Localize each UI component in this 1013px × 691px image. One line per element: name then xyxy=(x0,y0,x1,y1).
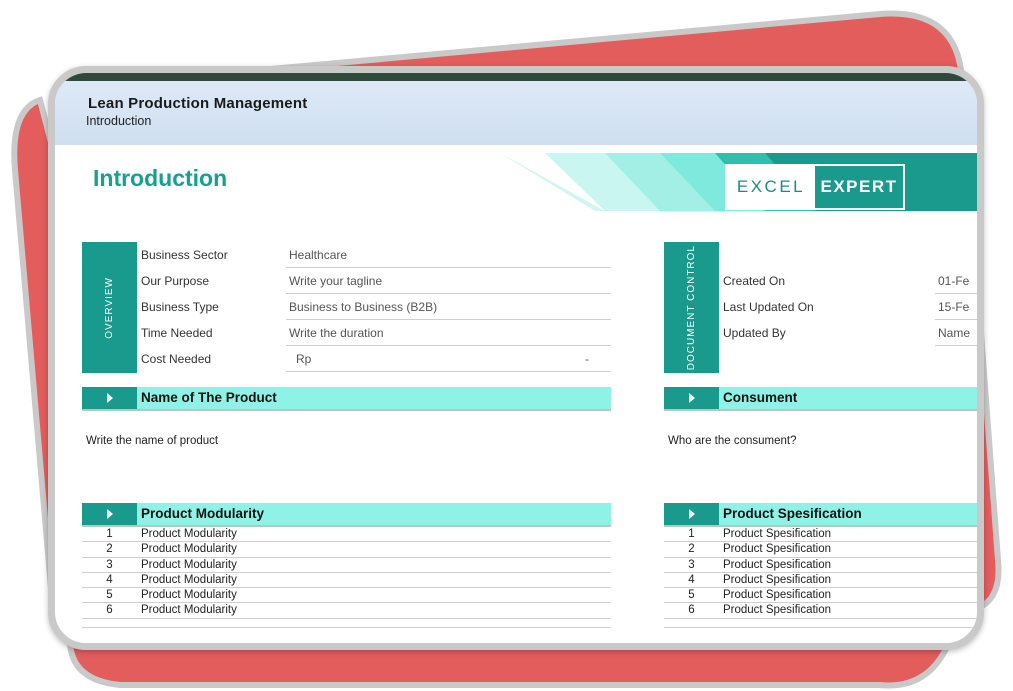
item-text: Product Modularity xyxy=(141,589,237,602)
sheet-header: Lean Production Management Introduction xyxy=(55,81,977,145)
section-product-modularity[interactable]: Product Modularity xyxy=(82,503,611,527)
item-number: 5 xyxy=(688,589,695,602)
field-value[interactable]: Write your tagline xyxy=(286,269,611,294)
logo-expert-text: EXPERT xyxy=(820,177,898,196)
list-divider xyxy=(82,619,611,628)
item-text: Product Spesification xyxy=(723,604,832,617)
modularity-list: 1 Product Modularity 2 Product Modularity … xyxy=(82,527,611,628)
list-item[interactable]: 1 Product Spesification xyxy=(664,527,977,543)
section-product-name[interactable]: Name of The Product xyxy=(82,387,611,411)
item-text: Product Modularity xyxy=(141,543,237,556)
field-value[interactable]: 15-Fe xyxy=(935,295,977,320)
section-consument[interactable]: Consument xyxy=(664,387,977,411)
item-number: 3 xyxy=(106,558,113,571)
item-number: 6 xyxy=(106,604,113,617)
field-label: Business Type xyxy=(141,300,219,314)
item-number: 5 xyxy=(106,589,113,602)
list-item[interactable]: 5 Product Spesification xyxy=(664,588,977,604)
list-item[interactable]: 2 Product Spesification xyxy=(664,542,977,558)
field-created-on[interactable]: Created On 01-Fe xyxy=(723,269,977,295)
field-last-updated-on[interactable]: Last Updated On 15-Fe xyxy=(723,295,977,321)
item-number: 4 xyxy=(106,573,113,586)
field-our-purpose[interactable]: Our Purpose Write your tagline xyxy=(141,269,611,295)
field-business-type[interactable]: Business Type Business to Business (B2B) xyxy=(141,295,611,321)
item-text: Product Spesification xyxy=(723,589,832,602)
item-text: Product Spesification xyxy=(723,558,832,571)
list-item[interactable]: 4 Product Modularity xyxy=(82,573,611,589)
document-control-tab: DOCUMENT CONTROL xyxy=(664,242,719,373)
item-text: Product Modularity xyxy=(141,573,237,586)
excel-expert-logo: EXCEL EXPERT xyxy=(725,164,905,210)
item-number: 2 xyxy=(106,543,113,556)
field-value-cost[interactable]: Rp - xyxy=(286,347,611,372)
field-label: Business Sector xyxy=(141,248,228,262)
item-text: Product Spesification xyxy=(723,543,832,556)
item-number: 1 xyxy=(688,528,695,540)
overview-tab-label: OVERVIEW xyxy=(104,276,115,339)
item-number: 2 xyxy=(688,543,695,556)
field-label: Cost Needed xyxy=(141,352,212,366)
logo-excel-text: EXCEL xyxy=(727,166,815,208)
list-item[interactable]: 6 Product Modularity xyxy=(82,603,611,619)
section-product-spesification[interactable]: Product Spesification xyxy=(664,503,977,527)
field-value[interactable]: 01-Fe xyxy=(935,269,977,294)
field-value[interactable]: Write the duration xyxy=(286,321,611,346)
item-number: 3 xyxy=(688,558,695,571)
item-text: Product Modularity xyxy=(141,604,237,617)
app-subtitle: Introduction xyxy=(86,114,152,128)
section-title: Consument xyxy=(723,390,798,405)
field-updated-by[interactable]: Updated By Name xyxy=(723,321,977,347)
item-number: 1 xyxy=(106,528,113,540)
field-label: Created On xyxy=(723,274,786,288)
cost-value: - xyxy=(585,352,589,366)
item-text: Product Spesification xyxy=(723,528,832,540)
section-title: Product Modularity xyxy=(141,506,265,521)
field-business-sector[interactable]: Business Sector Healthcare xyxy=(141,243,611,269)
consument-text[interactable]: Who are the consument? xyxy=(668,435,797,447)
item-text: Product Spesification xyxy=(723,573,832,586)
spreadsheet-card: Lean Production Management Introduction … xyxy=(48,66,984,650)
expand-arrow-icon[interactable] xyxy=(82,387,137,409)
document-control-tab-label: DOCUMENT CONTROL xyxy=(686,244,697,371)
overview-tab: OVERVIEW xyxy=(82,242,137,373)
field-value[interactable]: Business to Business (B2B) xyxy=(286,295,611,320)
expand-arrow-icon[interactable] xyxy=(664,387,719,409)
item-text: Product Modularity xyxy=(141,528,237,540)
expand-arrow-icon[interactable] xyxy=(664,503,719,525)
spesification-list: 1 Product Spesification 2 Product Spesific… xyxy=(664,527,977,628)
app-title: Lean Production Management xyxy=(88,95,308,112)
expand-arrow-icon[interactable] xyxy=(82,503,137,525)
field-value[interactable]: Healthcare xyxy=(286,243,611,268)
list-item[interactable]: 5 Product Modularity xyxy=(82,588,611,604)
list-item[interactable]: 2 Product Modularity xyxy=(82,542,611,558)
section-title: Product Spesification xyxy=(723,506,862,521)
product-name-text[interactable]: Write the name of product xyxy=(86,435,218,447)
list-item[interactable]: 4 Product Spesification xyxy=(664,573,977,589)
currency-prefix: Rp xyxy=(296,352,312,366)
list-item[interactable]: 3 Product Spesification xyxy=(664,558,977,573)
list-item[interactable]: 6 Product Spesification xyxy=(664,603,977,619)
field-label: Updated By xyxy=(723,326,786,340)
field-time-needed[interactable]: Time Needed Write the duration xyxy=(141,321,611,347)
field-label: Our Purpose xyxy=(141,274,210,288)
section-title: Name of The Product xyxy=(141,390,277,405)
item-number: 4 xyxy=(688,573,695,586)
field-label: Last Updated On xyxy=(723,300,814,314)
item-text: Product Modularity xyxy=(141,558,237,571)
field-label: Time Needed xyxy=(141,326,213,340)
window-top-strip xyxy=(55,73,977,81)
list-item[interactable]: 3 Product Modularity xyxy=(82,558,611,573)
field-cost-needed[interactable]: Cost Needed Rp - xyxy=(141,347,611,373)
item-number: 6 xyxy=(688,604,695,617)
list-divider xyxy=(664,619,977,628)
field-value[interactable]: Name xyxy=(935,321,977,346)
page-title: Introduction xyxy=(93,165,228,191)
list-item[interactable]: 1 Product Modularity xyxy=(82,527,611,543)
